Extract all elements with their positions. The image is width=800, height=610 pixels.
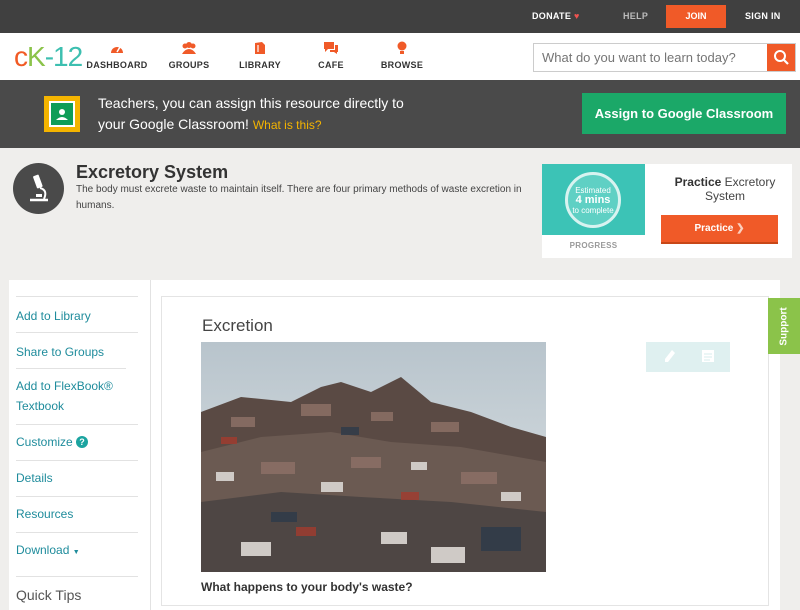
notes-icon[interactable]: [700, 348, 716, 364]
heart-icon: ♥: [573, 11, 580, 21]
search-input[interactable]: [542, 44, 762, 71]
groups-icon: [182, 42, 196, 54]
search-icon: [774, 50, 789, 65]
join-button[interactable]: JOIN: [666, 5, 726, 28]
dashboard-icon: [111, 46, 123, 53]
google-classroom-icon: [44, 96, 80, 132]
sidebar: Add to Library Share to Groups Add to Fl…: [9, 280, 150, 610]
nav-cafe[interactable]: CAFE: [296, 41, 366, 70]
sidebar-item-details[interactable]: Details: [16, 460, 138, 497]
nav-dashboard[interactable]: DASHBOARD: [82, 41, 152, 70]
top-bar: DONATE ♥ HELP JOIN SIGN IN: [0, 0, 800, 33]
caret-down-icon: ▼: [72, 549, 80, 556]
concept-description: The body must excrete waste to maintain …: [76, 184, 522, 211]
pencil-icon[interactable]: [662, 348, 678, 364]
content-caption: What happens to your body's waste?: [201, 580, 413, 594]
library-icon: [255, 42, 265, 54]
sidebar-item-customize[interactable]: Customize ?: [16, 424, 138, 461]
donate-link[interactable]: DONATE ♥: [532, 11, 580, 21]
content-title: Excretion: [202, 316, 273, 335]
support-tab[interactable]: Support: [768, 298, 800, 354]
cafe-icon: [324, 42, 338, 54]
help-link[interactable]: HELP: [623, 11, 648, 21]
search-button[interactable]: [767, 44, 795, 71]
browse-icon: [397, 41, 407, 54]
practice-title: Practice Excretory System: [674, 175, 776, 203]
assign-google-classroom-button[interactable]: Assign to Google Classroom: [582, 93, 786, 134]
content-toolbar: [646, 342, 730, 372]
sidebar-item-add-to-flexbook[interactable]: Add to FlexBook® Textbook: [16, 368, 126, 424]
chevron-right-icon: ❯: [736, 223, 745, 234]
google-classroom-text: Teachers, you can assign this resource d…: [98, 95, 404, 132]
sidebar-item-add-to-library[interactable]: Add to Library: [16, 296, 138, 333]
estimate-circle: Estimated 4 mins to complete: [565, 172, 621, 228]
scrap-heap-image: [201, 342, 546, 572]
sidebar-item-resources[interactable]: Resources: [16, 496, 138, 533]
sign-in-link[interactable]: SIGN IN: [745, 11, 781, 21]
microscope-icon: [13, 163, 64, 214]
help-icon[interactable]: ?: [76, 436, 89, 448]
what-is-this-link[interactable]: What is this?: [253, 118, 322, 132]
sidebar-item-share-to-groups[interactable]: Share to Groups: [16, 332, 138, 369]
ck12-logo[interactable]: cK-12: [14, 41, 83, 73]
concept-title: Excretory System: [76, 162, 229, 182]
practice-progress-graphic: Estimated 4 mins to complete: [542, 164, 645, 235]
nav-groups[interactable]: GROUPS: [154, 41, 224, 70]
sidebar-item-download[interactable]: Download ▼: [16, 532, 138, 569]
nav-library[interactable]: LIBRARY: [225, 41, 295, 70]
search-box: [533, 43, 796, 72]
practice-button[interactable]: Practice ❯: [661, 215, 778, 244]
practice-card: Estimated 4 mins to complete PROGRESS Pr…: [542, 164, 792, 258]
progress-label: PROGRESS: [569, 241, 618, 250]
quick-tips-heading[interactable]: Quick Tips: [16, 576, 138, 605]
nav-browse[interactable]: BROWSE: [367, 41, 437, 70]
